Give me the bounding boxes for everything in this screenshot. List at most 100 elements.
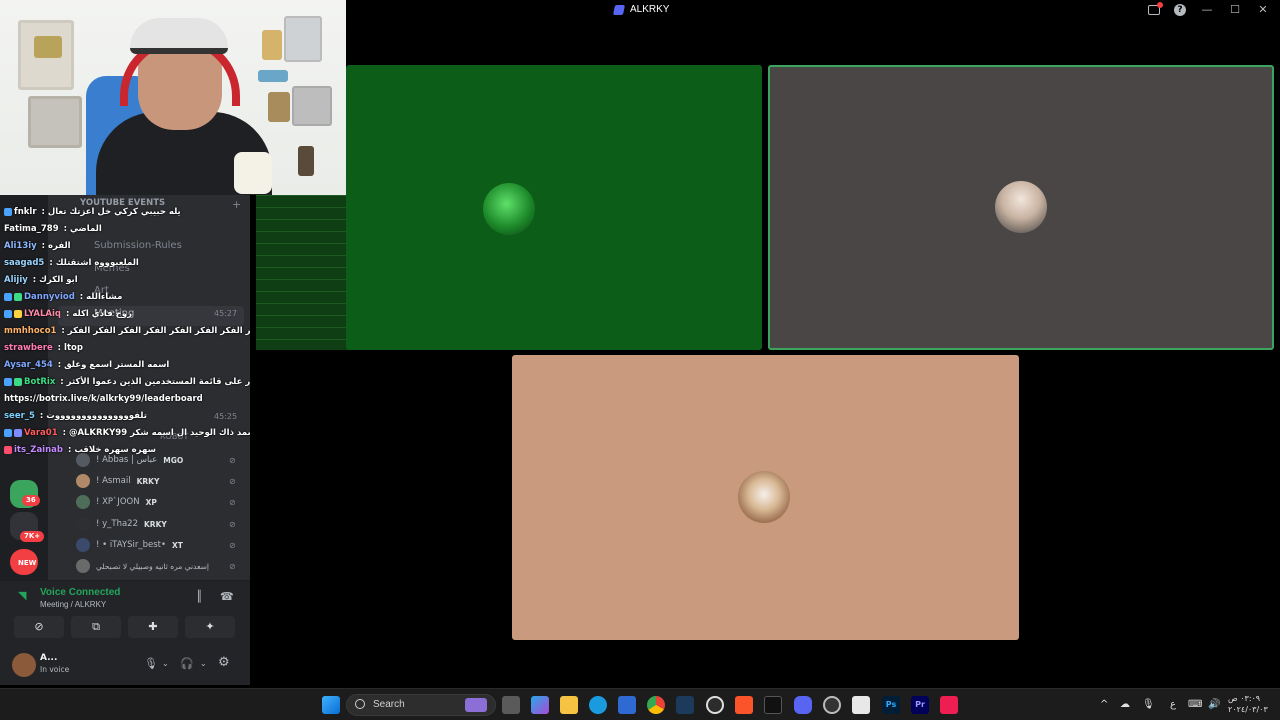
copilot-icon[interactable] [531, 696, 549, 714]
signal-icon: ◥ [18, 589, 27, 602]
app-icon[interactable] [823, 696, 841, 714]
member-name: ! Asmail [96, 476, 131, 486]
voice-member[interactable]: ! XP`JOON XP [76, 492, 157, 512]
clock-time[interactable]: ٠٣:٠٩ ص [1228, 694, 1260, 703]
taskbar-search[interactable]: Search [346, 694, 496, 716]
headphones-icon[interactable]: 🎧 [180, 657, 194, 670]
clock-date[interactable]: ٢٠٢٤/٠٣/٠٣ [1228, 705, 1268, 714]
minimize-button[interactable]: — [1200, 3, 1214, 17]
chat-line: strawbere : ltop [4, 343, 83, 353]
chat-link-line[interactable]: https://botrix.live/k/alkrky99/leaderboa… [4, 394, 203, 404]
close-button[interactable]: ✕ [1256, 3, 1270, 17]
server-badge: 7K+ [20, 531, 45, 542]
frame-top-right [284, 16, 322, 62]
soundboard-button[interactable]: ✦ [185, 616, 235, 638]
member-name: ! • iTAYSir_best• [96, 540, 166, 550]
deafen-icon: ⊘ [229, 520, 236, 529]
brave-icon[interactable] [735, 696, 753, 714]
member-name: ! XP`JOON [96, 497, 140, 507]
network-icon[interactable]: ⌨ [1188, 699, 1202, 710]
maximize-button[interactable]: ☐ [1228, 3, 1242, 17]
video-tile[interactable] [512, 355, 1019, 640]
voice-status[interactable]: Voice Connected [40, 587, 120, 598]
frame-mid-right [292, 86, 332, 126]
windows-start-icon[interactable] [322, 696, 340, 714]
member-tag: KRKY [144, 519, 167, 529]
store-icon[interactable] [618, 696, 636, 714]
premiere-icon[interactable]: Pr [911, 696, 929, 714]
settings-gear-icon[interactable]: ⚙ [218, 655, 230, 670]
edge-icon[interactable] [589, 696, 607, 714]
voice-member[interactable]: ! Asmail KRKY [76, 471, 159, 491]
voice-member[interactable]: إسعدني مره ثانيه وصبيلي لا تصبحلي [76, 556, 209, 576]
deafen-icon: ⊘ [229, 562, 236, 571]
chat-line: mmhhoco1 : الفكر الفكر الفكر الفكر الفكر… [4, 326, 250, 336]
user-panel: A... In voice 🎙 ⌄ 🎧 ⌄ ⚙ [0, 645, 250, 685]
task-view-icon[interactable] [502, 696, 520, 714]
share-screen-button[interactable]: ⧉ [71, 616, 121, 638]
video-tile-speaking[interactable] [768, 65, 1274, 350]
stream-preview-strip [256, 195, 350, 350]
noise-suppression-icon[interactable]: ║ [196, 590, 203, 603]
avatar [76, 559, 90, 573]
window-title: ALKRKY [630, 4, 670, 15]
tiktok-icon[interactable] [940, 696, 958, 714]
camera-off-button[interactable]: ⊘ [14, 616, 64, 638]
avatar [76, 517, 90, 531]
deafen-icon: ⊘ [229, 477, 236, 486]
steam-icon[interactable] [676, 696, 694, 714]
avatar [76, 538, 90, 552]
shelf-figure [262, 30, 282, 60]
voice-member[interactable]: ! Abbas | عباس MGO [76, 450, 183, 470]
disconnect-icon[interactable]: ☎ [220, 590, 234, 603]
voice-member[interactable]: ! • iTAYSir_best• XT [76, 535, 183, 555]
streamer-cap [130, 18, 228, 54]
activities-button[interactable]: ✚ [128, 616, 178, 638]
discord-icon[interactable] [794, 696, 812, 714]
chat-line: Vara01 : @ALKRKY99 سالار صمد ذاك الوحيد … [4, 428, 250, 438]
search-icon [355, 699, 365, 709]
windows-taskbar: Search Ps Pr ^ ☁ 🎙 ع ⌨ 🔊 ٠٣:٠٩ ص ٢٠٢٤/٠٣… [0, 688, 1280, 720]
snipping-tool-icon[interactable] [852, 696, 870, 714]
inbox-icon[interactable] [1148, 2, 1163, 15]
participant-avatar [483, 183, 535, 235]
chat-line: seer_5 : تلفوووووووووووووووت [4, 411, 147, 421]
shelf-box [268, 92, 290, 122]
chat-line: Aysar_454 : اسمه المستر اسمع وعلق [4, 360, 170, 370]
voice-member[interactable]: ! y_Tha22 KRKY [76, 514, 167, 534]
capcut-icon[interactable] [764, 696, 782, 714]
chat-line: Dannyviod : مشاءالله [4, 292, 122, 302]
search-label: Search [373, 699, 405, 710]
cloud-icon[interactable]: ☁ [1120, 699, 1130, 710]
chat-line: BotRix : يمكنك العثور على قائمة المستخدم… [4, 377, 250, 387]
user-avatar[interactable] [12, 653, 36, 677]
webcam-overlay [0, 0, 346, 195]
tray-mic-icon[interactable]: 🎙 [1142, 699, 1155, 710]
input-language[interactable]: ع [1170, 699, 1176, 710]
silver-plaque [28, 96, 82, 148]
microphone-icon[interactable]: 🎙 [144, 657, 158, 670]
new-badge: NEW [18, 559, 37, 567]
chrome-icon[interactable] [647, 696, 665, 714]
obs-icon[interactable] [706, 696, 724, 714]
window-title-group: ALKRKY [612, 4, 670, 15]
video-tile[interactable] [346, 65, 762, 350]
member-tag: KRKY [136, 476, 160, 486]
volume-icon[interactable]: 🔊 [1208, 699, 1220, 710]
headphones-chevron-icon[interactable]: ⌄ [200, 659, 207, 668]
file-explorer-icon[interactable] [560, 696, 578, 714]
member-tag: XP [145, 497, 157, 507]
tray-chevron-icon[interactable]: ^ [1100, 699, 1108, 710]
member-tag: MGO [163, 455, 184, 465]
mic-chevron-icon[interactable]: ⌄ [162, 659, 169, 668]
chat-line: LYALAiq : روح فادي اكله [4, 309, 132, 319]
deafen-icon: ⊘ [229, 456, 236, 465]
member-name: ! Abbas | عباس [96, 455, 158, 465]
voice-location[interactable]: Meeting / ALKRKY [40, 600, 106, 609]
photoshop-icon[interactable]: Ps [882, 696, 900, 714]
member-tag: XT [171, 540, 183, 550]
chat-line: saagad5 : الملعبوووه اشتقتلك [4, 258, 139, 268]
help-icon[interactable]: ? [1174, 4, 1186, 16]
server-badge: 36 [22, 495, 40, 506]
discord-logo-icon [612, 4, 626, 15]
